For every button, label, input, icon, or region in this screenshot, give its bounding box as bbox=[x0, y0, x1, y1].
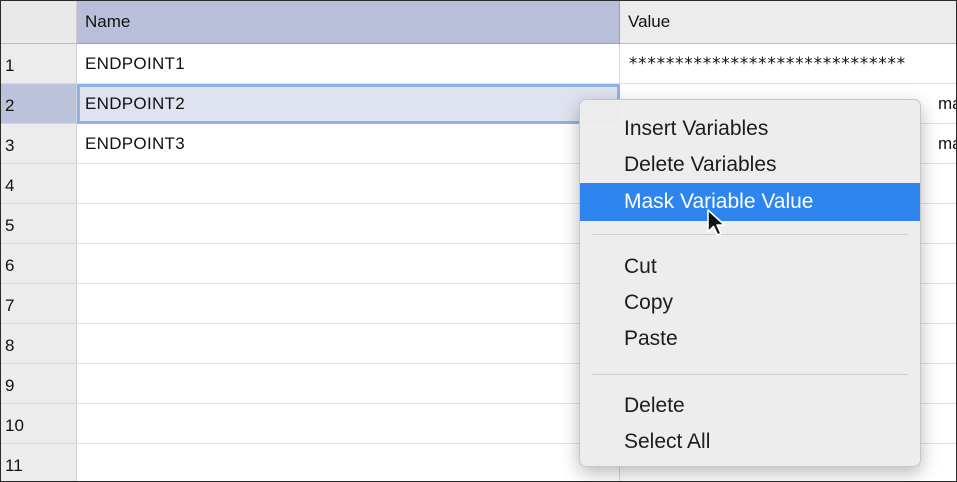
header-row: Name Value bbox=[1, 1, 956, 44]
name-cell[interactable] bbox=[77, 324, 620, 364]
menu-item-cut[interactable]: Cut bbox=[580, 248, 920, 286]
menu-item-mask-variable-value[interactable]: Mask Variable Value bbox=[580, 183, 920, 221]
name-cell[interactable] bbox=[77, 164, 620, 204]
menu-item-delete[interactable]: Delete bbox=[580, 387, 920, 425]
column-header-value[interactable]: Value bbox=[620, 1, 956, 44]
name-cell[interactable]: ENDPOINT1 bbox=[77, 44, 620, 84]
row-number[interactable]: 3 bbox=[1, 124, 77, 164]
row-number[interactable]: 11 bbox=[1, 444, 77, 481]
row-number[interactable]: 9 bbox=[1, 364, 77, 404]
value-text: mak bbox=[938, 94, 956, 113]
column-header-name[interactable]: Name bbox=[77, 1, 620, 44]
name-cell[interactable] bbox=[77, 204, 620, 244]
name-cell[interactable] bbox=[77, 364, 620, 404]
row-number[interactable]: 7 bbox=[1, 284, 77, 324]
header-corner[interactable] bbox=[1, 1, 77, 44]
row-number[interactable]: 6 bbox=[1, 244, 77, 284]
name-cell[interactable] bbox=[77, 244, 620, 284]
name-cell-selected[interactable]: ENDPOINT2 bbox=[77, 84, 620, 124]
value-text: mak bbox=[938, 134, 956, 153]
row-number[interactable]: 1 bbox=[1, 44, 77, 84]
table-row[interactable]: 1 ENDPOINT1 ****************************… bbox=[1, 44, 956, 84]
name-cell[interactable] bbox=[77, 404, 620, 444]
row-number[interactable]: 8 bbox=[1, 324, 77, 364]
row-number[interactable]: 10 bbox=[1, 404, 77, 444]
variables-table-window: Name Value 1 ENDPOINT1 *****************… bbox=[0, 0, 957, 482]
menu-item-paste[interactable]: Paste bbox=[580, 320, 920, 358]
row-number[interactable]: 4 bbox=[1, 164, 77, 204]
menu-item-delete-variables[interactable]: Delete Variables bbox=[580, 146, 920, 184]
menu-item-copy[interactable]: Copy bbox=[580, 284, 920, 322]
name-cell[interactable] bbox=[77, 284, 620, 324]
name-cell[interactable] bbox=[77, 444, 620, 481]
arrow-pointer-icon bbox=[707, 209, 726, 236]
name-cell[interactable]: ENDPOINT3 bbox=[77, 124, 620, 164]
menu-item-insert-variables[interactable]: Insert Variables bbox=[580, 110, 920, 148]
row-number[interactable]: 2 bbox=[1, 84, 77, 124]
context-menu: Insert Variables Delete Variables Mask V… bbox=[579, 99, 921, 467]
value-cell-masked[interactable]: ****************************** bbox=[620, 44, 956, 84]
menu-item-select-all[interactable]: Select All bbox=[580, 423, 920, 461]
menu-separator bbox=[592, 234, 908, 235]
row-number[interactable]: 5 bbox=[1, 204, 77, 244]
menu-separator bbox=[592, 374, 908, 375]
